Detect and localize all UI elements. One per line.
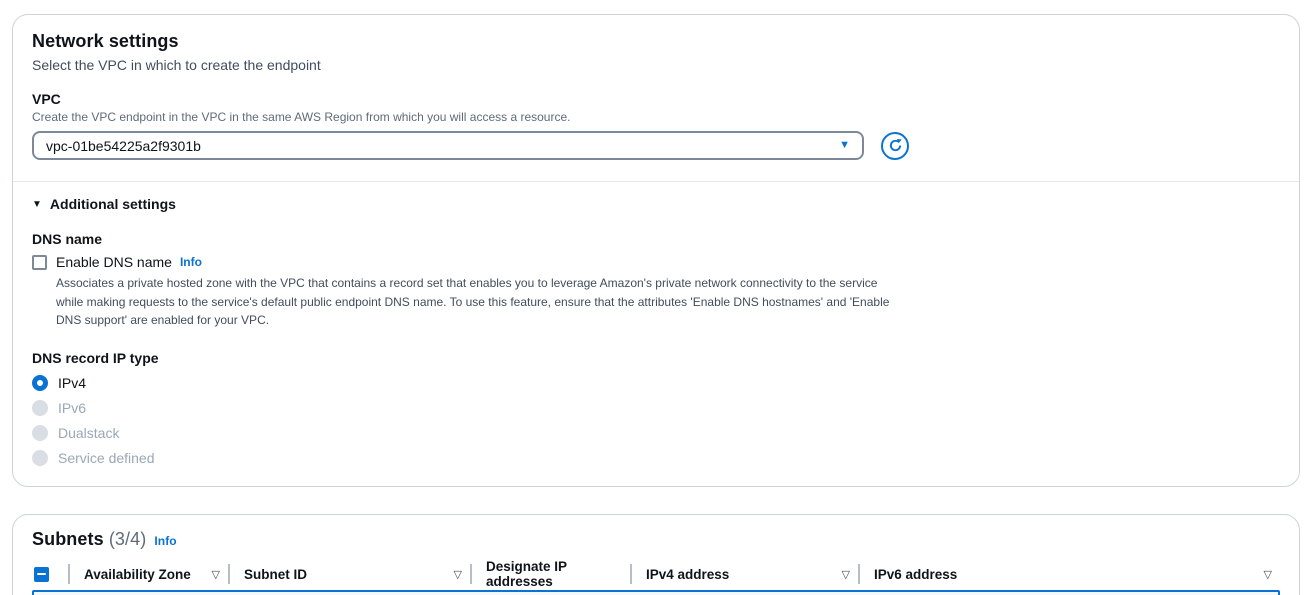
subnets-card: Subnets (3/4)Info Availability Zone ▽ Su… bbox=[12, 514, 1300, 595]
select-all-header-cell bbox=[32, 564, 68, 584]
radio-option-service-defined: Service defined bbox=[32, 450, 1280, 466]
sort-icon[interactable]: ▽ bbox=[1264, 568, 1272, 581]
enable-dns-name-checkbox-label: Enable DNS name bbox=[56, 254, 172, 270]
refresh-button[interactable] bbox=[881, 132, 909, 160]
vpc-select[interactable]: vpc-01be54225a2f9301b ▼ bbox=[32, 131, 864, 160]
column-header-ipv6[interactable]: IPv6 address ▽ bbox=[858, 564, 1280, 584]
subnets-title: Subnets (3/4)Info bbox=[32, 529, 1280, 550]
subnets-table-header: Availability Zone ▽ Subnet ID ▽ Designat… bbox=[32, 561, 1280, 588]
caret-down-icon: ▼ bbox=[839, 140, 850, 151]
dualstack-radio-label: Dualstack bbox=[58, 425, 119, 441]
column-header-availability-zone[interactable]: Availability Zone ▽ bbox=[68, 564, 228, 584]
additional-settings-toggle[interactable]: ▼ Additional settings bbox=[32, 196, 1280, 212]
expand-caret-icon: ▼ bbox=[32, 199, 42, 210]
service-defined-radio-label: Service defined bbox=[58, 450, 155, 466]
additional-settings-title: Additional settings bbox=[50, 196, 176, 212]
vpc-label: VPC bbox=[32, 91, 1280, 107]
subnets-counter: (3/4) bbox=[109, 529, 147, 549]
dns-record-ip-type-label: DNS record IP type bbox=[32, 350, 1280, 366]
radio-option-dualstack: Dualstack bbox=[32, 425, 1280, 441]
dns-name-info-link[interactable]: Info bbox=[180, 255, 202, 269]
enable-dns-name-checkbox[interactable] bbox=[32, 255, 47, 270]
section-divider bbox=[13, 181, 1299, 182]
service-defined-radio bbox=[32, 450, 48, 466]
subnets-info-link[interactable]: Info bbox=[154, 534, 176, 548]
ipv4-radio-label: IPv4 bbox=[58, 375, 86, 391]
radio-option-ipv4: IPv4 bbox=[32, 375, 1280, 391]
column-header-subnet-id[interactable]: Subnet ID ▽ bbox=[228, 564, 470, 584]
ipv6-radio bbox=[32, 400, 48, 416]
network-settings-title: Network settings bbox=[32, 31, 1280, 52]
select-all-checkbox[interactable] bbox=[34, 567, 49, 582]
sort-icon[interactable]: ▽ bbox=[842, 568, 850, 581]
subnets-table-body: us-west-2a (usw2-az2) subnet-0ae48b3028c… bbox=[32, 590, 1280, 595]
dns-name-description: Associates a private hosted zone with th… bbox=[56, 274, 898, 330]
sort-icon[interactable]: ▽ bbox=[454, 568, 462, 581]
sort-icon[interactable]: ▽ bbox=[212, 568, 220, 581]
ipv4-radio[interactable] bbox=[32, 375, 48, 391]
network-settings-card: Network settings Select the VPC in which… bbox=[12, 14, 1300, 487]
ipv6-radio-label: IPv6 bbox=[58, 400, 86, 416]
column-header-ipv4[interactable]: IPv4 address ▽ bbox=[630, 564, 858, 584]
dualstack-radio bbox=[32, 425, 48, 441]
table-row: us-west-2a (usw2-az2) subnet-0ae48b3028c… bbox=[32, 590, 1280, 595]
network-settings-description: Select the VPC in which to create the en… bbox=[32, 57, 1280, 73]
dns-record-ip-type-group: DNS record IP type IPv4 IPv6 Dualstack S… bbox=[32, 350, 1280, 466]
vpc-select-value: vpc-01be54225a2f9301b bbox=[46, 138, 201, 154]
dns-name-label: DNS name bbox=[32, 231, 1280, 247]
vpc-constraint-text: Create the VPC endpoint in the VPC in th… bbox=[32, 110, 1280, 124]
column-header-designate-ip: Designate IP addresses bbox=[470, 564, 630, 584]
refresh-icon bbox=[888, 138, 903, 153]
radio-option-ipv6: IPv6 bbox=[32, 400, 1280, 416]
